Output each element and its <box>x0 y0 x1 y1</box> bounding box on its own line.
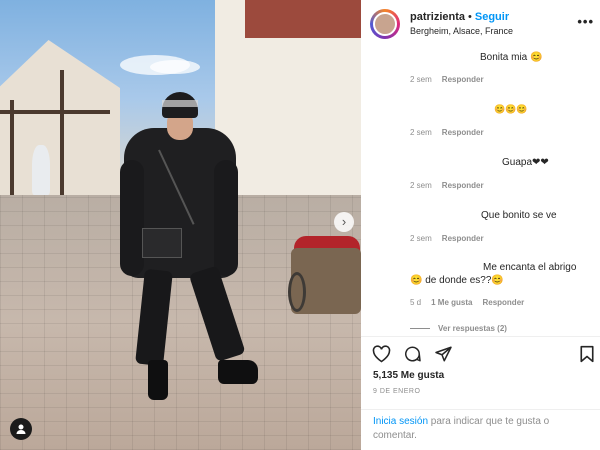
comment-text: Bonita mia 😊 <box>480 52 543 63</box>
chevron-right-icon[interactable]: › <box>334 212 354 232</box>
red-roof <box>245 0 361 38</box>
comment-text: Guapa❤❤ <box>502 157 549 168</box>
comment-text: Que bonito se ve <box>481 210 557 221</box>
login-link[interactable]: Inicia sesión <box>373 416 428 427</box>
comment-text: Me encanta el abrigo <box>483 262 577 273</box>
cart-wheel <box>288 272 306 312</box>
comment-time[interactable]: 2 sem <box>410 234 432 243</box>
comment-icon[interactable] <box>403 345 422 363</box>
post-header: patrizienta • Seguir Bergheim, Alsace, Fra… <box>361 0 600 47</box>
heart-icon[interactable] <box>372 345 391 363</box>
reply-button[interactable]: Responder <box>442 181 484 190</box>
timbered-house <box>0 40 120 200</box>
comment-time[interactable]: 2 sem <box>410 75 432 84</box>
view-replies-label: Ver respuestas (2) <box>438 324 507 333</box>
separator-dot: • <box>468 11 472 23</box>
reply-button[interactable]: Responder <box>442 75 484 84</box>
bookmark-icon[interactable] <box>579 345 595 363</box>
likes-count[interactable]: 5,135 Me gusta <box>373 370 444 381</box>
user-tag-icon[interactable] <box>10 418 32 440</box>
comment-time[interactable]: 2 sem <box>410 181 432 190</box>
person <box>118 90 268 410</box>
post-panel: patrizienta • Seguir Bergheim, Alsace, Fra… <box>361 0 600 450</box>
reply-button[interactable]: Responder <box>442 128 484 137</box>
follow-button[interactable]: Seguir <box>475 11 509 23</box>
view-replies-button[interactable]: Ver respuestas (2) <box>410 324 507 333</box>
comments-list[interactable]: Bonita mia 😊 2 sem Responder 😊😊😊 2 sem R… <box>361 47 600 336</box>
more-options-icon[interactable]: ••• <box>577 14 594 29</box>
comment-time[interactable]: 2 sem <box>410 128 432 137</box>
reply-button[interactable]: Responder <box>442 234 484 243</box>
comment-text: 😊 de donde es??😊 <box>410 275 504 286</box>
avatar[interactable] <box>370 8 400 39</box>
cloud <box>150 60 200 74</box>
post-photo: › <box>0 0 361 450</box>
comment-likes[interactable]: 1 Me gusta <box>431 298 472 307</box>
comment-time[interactable]: 5 d <box>410 298 421 307</box>
comment-text: 😊😊😊 <box>494 104 528 114</box>
username[interactable]: patrizienta <box>410 11 465 23</box>
share-icon[interactable] <box>434 345 453 363</box>
actions-bar: 5,135 Me gusta 9 DE ENERO Inicia sesión … <box>361 336 600 450</box>
reply-button[interactable]: Responder <box>482 298 524 307</box>
divider <box>410 328 430 329</box>
tree <box>32 145 50 195</box>
login-prompt: Inicia sesión para indicar que te gusta … <box>361 409 600 448</box>
post-date: 9 DE ENERO <box>373 388 421 395</box>
location-link[interactable]: Bergheim, Alsace, France <box>410 26 513 36</box>
